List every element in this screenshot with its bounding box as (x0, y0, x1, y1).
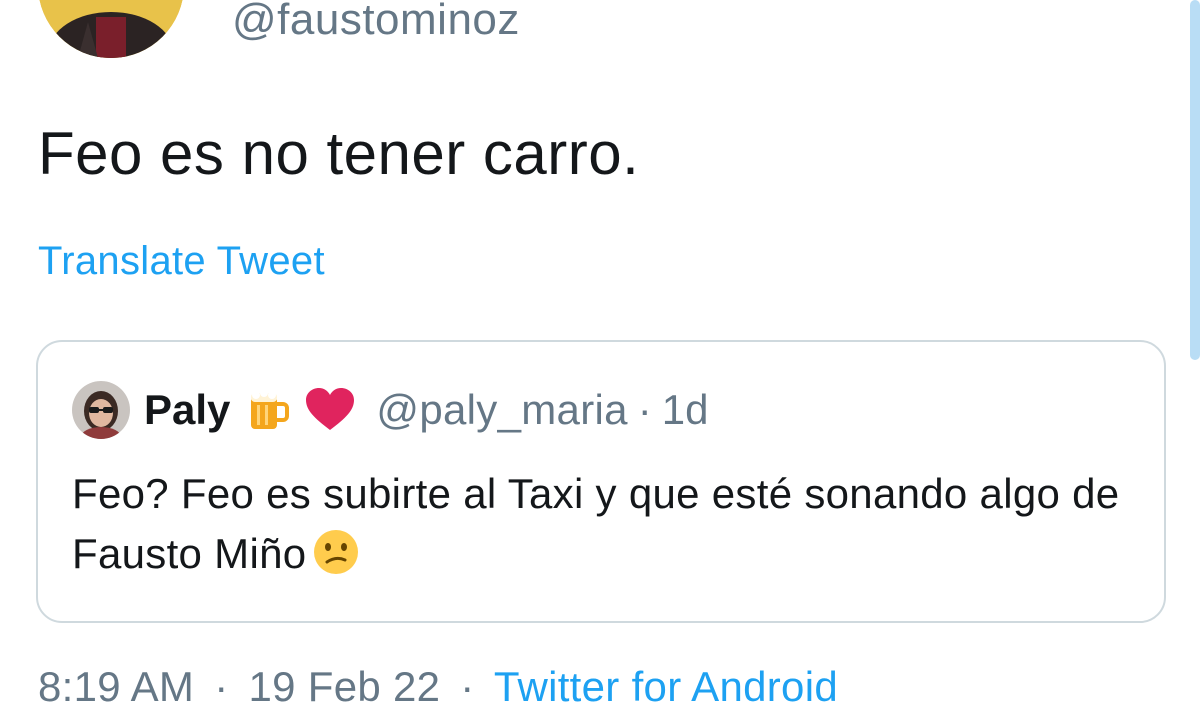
quoted-author-avatar (72, 381, 130, 439)
quoted-tweet-text-block: Feo? Feo es subirte al Taxi y que esté s… (72, 464, 1142, 592)
tweet-source-link[interactable]: Twitter for Android (494, 663, 838, 710)
quoted-tweet-card[interactable]: Paly @paly_maria · 1d Feo? Feo es subirt… (36, 340, 1166, 623)
meta-separator: · (460, 663, 475, 710)
tweet-date: 19 Feb 22 (248, 663, 441, 710)
author-handle[interactable]: @faustominoz (232, 0, 520, 46)
tweet-time: 8:19 AM (38, 663, 195, 710)
header-separator: · (637, 386, 652, 433)
tweet-metadata: 8:19 AM · 19 Feb 22 · Twitter for Androi… (38, 661, 838, 713)
confused-face-emoji (312, 528, 360, 592)
quoted-author-handle: @paly_maria (376, 386, 628, 433)
tweet-text: Feo es no tener carro. (38, 120, 640, 187)
translate-tweet-link[interactable]: Translate Tweet (38, 237, 325, 285)
meta-separator: · (214, 663, 229, 710)
author-avatar[interactable] (38, 0, 184, 58)
red-heart-emoji (304, 387, 356, 433)
scrollbar[interactable] (1190, 0, 1200, 360)
quoted-tweet-text: Feo? Feo es subirte al Taxi y que esté s… (72, 470, 1120, 577)
quoted-author-name: Paly (144, 386, 231, 433)
quoted-tweet-time: 1d (661, 386, 709, 433)
quoted-tweet-header: Paly @paly_maria · 1d (72, 378, 709, 442)
beer-mug-emoji (244, 387, 290, 433)
